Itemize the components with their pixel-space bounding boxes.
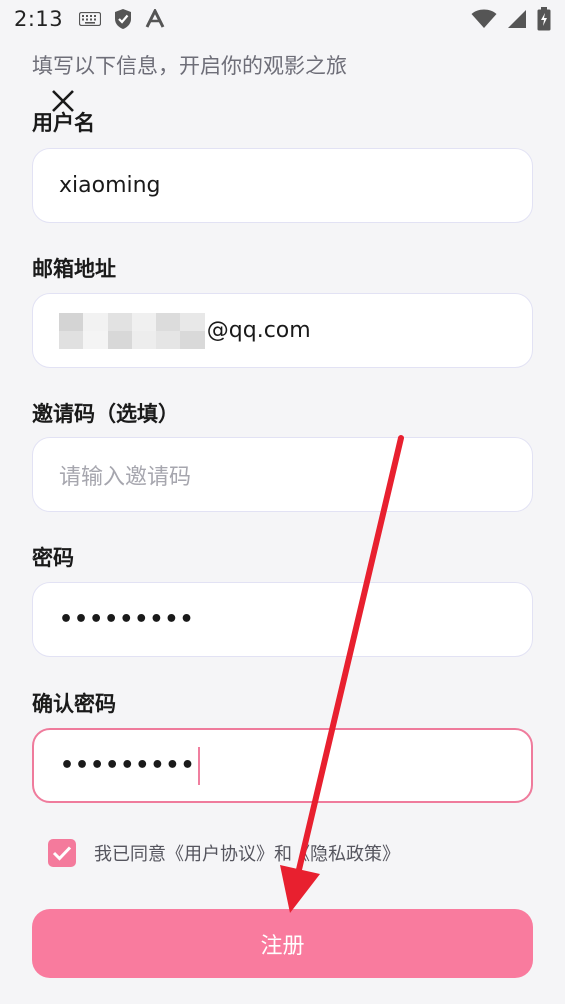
confirm-password-field[interactable]: •••••••••	[32, 728, 533, 803]
signal-icon	[507, 9, 527, 29]
status-left-icons	[79, 8, 165, 30]
username-label: 用户名	[32, 111, 95, 135]
password-field[interactable]: •••••••••	[32, 582, 533, 657]
confirm-password-value: •••••••••	[60, 753, 196, 778]
invite-code-field[interactable]: 请输入邀请码	[32, 437, 533, 512]
keyboard-icon	[79, 12, 102, 26]
confirm-password-label: 确认密码	[32, 692, 116, 716]
register-button[interactable]: 注册	[32, 909, 533, 978]
shield-check-icon	[113, 8, 133, 30]
check-icon	[52, 846, 72, 861]
password-label: 密码	[32, 546, 74, 570]
battery-icon	[537, 7, 551, 31]
status-time: 2:13	[14, 7, 64, 31]
agreement-checkbox[interactable]	[48, 839, 76, 867]
email-value: @qq.com	[206, 318, 311, 343]
username-field[interactable]: xiaoming	[32, 148, 533, 223]
status-right-icons	[471, 7, 551, 31]
text-caret	[197, 746, 200, 785]
a-letter-icon	[145, 9, 165, 29]
agreement-text[interactable]: 我已同意《用户协议》和《隐私政策》	[94, 840, 400, 866]
email-label: 邮箱地址	[32, 257, 116, 281]
invite-code-label: 邀请码（选填）	[32, 402, 179, 426]
password-value: •••••••••	[59, 607, 195, 632]
status-bar: 2:13	[0, 0, 565, 38]
agreement-row: 我已同意《用户协议》和《隐私政策》	[48, 839, 400, 867]
invite-code-placeholder: 请输入邀请码	[59, 464, 192, 490]
wifi-icon	[471, 9, 497, 29]
username-value: xiaoming	[59, 173, 161, 198]
redacted-email-mosaic	[59, 312, 205, 349]
email-field[interactable]: @qq.com	[32, 293, 533, 368]
page-subtitle: 填写以下信息，开启你的观影之旅	[32, 54, 347, 78]
